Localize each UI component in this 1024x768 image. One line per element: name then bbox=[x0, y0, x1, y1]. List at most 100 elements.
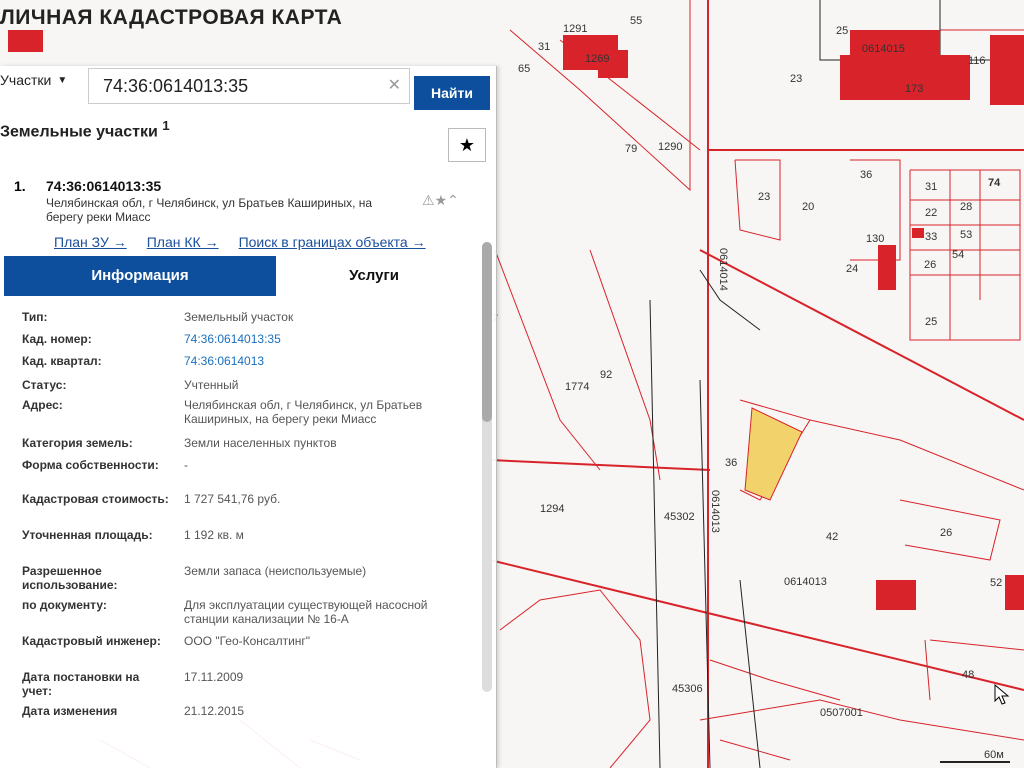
map-label: 25 bbox=[925, 316, 937, 328]
map-label: 1269 bbox=[585, 53, 609, 65]
attr-value: ООО "Гео-Консалтинг" bbox=[184, 634, 311, 648]
map-label: 1290 bbox=[658, 141, 682, 153]
chevron-up-icon[interactable]: ⌃ bbox=[447, 192, 459, 208]
warning-icon[interactable]: ⚠ bbox=[422, 192, 435, 208]
map-label: 28 bbox=[960, 201, 972, 213]
mouse-cursor-icon bbox=[994, 684, 1010, 705]
map-label: 92 bbox=[600, 369, 612, 381]
result-item: 1. 74:36:0614013:35 Челябинская обл, г Ч… bbox=[0, 174, 482, 768]
search-panel: Участки ▼ 74:36:0614013:35 ✕ Найти Земел… bbox=[0, 66, 497, 768]
results-count: 1 bbox=[162, 118, 170, 133]
search-input-value: 74:36:0614013:35 bbox=[103, 76, 249, 96]
attr-key: по документу: bbox=[22, 598, 107, 612]
close-icon[interactable]: ✕ bbox=[388, 75, 401, 95]
attr-value: Для эксплуатации существующей насосной с… bbox=[184, 598, 428, 626]
map-label: 42 bbox=[826, 531, 838, 543]
attr-key: Кад. номер: bbox=[22, 332, 92, 346]
map-label: 53 bbox=[960, 229, 972, 241]
attr-value: Учтенный bbox=[184, 378, 239, 392]
map-label: 52 bbox=[990, 577, 1002, 589]
search-in-bounds-link[interactable]: Поиск в границах объекта → bbox=[239, 234, 426, 250]
result-address: Челябинская обл, г Челябинск, ул Братьев… bbox=[46, 196, 373, 224]
plan-zu-link[interactable]: План ЗУ → bbox=[54, 234, 127, 250]
favorites-button[interactable]: ★ bbox=[448, 128, 486, 162]
attr-value: 17.11.2009 bbox=[184, 670, 244, 684]
map-label: 116 bbox=[968, 55, 986, 67]
map-label: 0614015 bbox=[862, 43, 905, 55]
map-label: 48 bbox=[962, 669, 974, 681]
map-label: 36 bbox=[860, 169, 872, 181]
map-label: 22 bbox=[925, 207, 937, 219]
map-label: 20 bbox=[802, 201, 814, 213]
star-icon: ★ bbox=[458, 135, 476, 155]
attr-key: Категория земель: bbox=[22, 436, 133, 450]
attr-key: Кадастровая стоимость: bbox=[22, 492, 169, 506]
map-label: 23 bbox=[758, 191, 770, 203]
attr-value: Земельный участок bbox=[184, 310, 294, 324]
map-label: 24 bbox=[846, 263, 858, 275]
map-label: 45302 bbox=[664, 511, 695, 523]
attr-key: Статус: bbox=[22, 378, 67, 392]
attr-value: Земли населенных пунктов bbox=[184, 436, 337, 450]
result-actions[interactable]: ⚠★⌃ bbox=[422, 192, 459, 209]
map-label: 1774 bbox=[565, 381, 589, 393]
chevron-down-icon: ▼ bbox=[57, 74, 68, 86]
star-icon[interactable]: ★ bbox=[435, 192, 448, 208]
map-label: 74 bbox=[988, 177, 1001, 189]
map-label: 33 bbox=[925, 231, 937, 243]
attr-key: Разрешенное использование: bbox=[22, 564, 118, 592]
tab-information[interactable]: Информация bbox=[4, 256, 276, 296]
map-label: 0507001 bbox=[820, 707, 863, 719]
map-label: 55 bbox=[630, 15, 642, 27]
attr-value: Земли запаса (неиспользуемые) bbox=[184, 564, 367, 578]
map-label: 1294 bbox=[540, 503, 564, 515]
map-label: 26 bbox=[940, 527, 952, 539]
map-label: 0614013 bbox=[784, 576, 827, 588]
result-links: План ЗУ → План КК → Поиск в границах объ… bbox=[54, 234, 426, 250]
results-heading: Земельные участки 1 bbox=[0, 118, 170, 141]
result-number: 1. bbox=[14, 178, 26, 194]
search-input[interactable]: 74:36:0614013:35 ✕ bbox=[88, 68, 410, 104]
search-scope-label: Участки bbox=[0, 72, 52, 88]
map-label: 45306 bbox=[672, 683, 703, 695]
map-label: 31 bbox=[538, 41, 550, 53]
map-label: 25 bbox=[836, 25, 848, 37]
attr-value: 1 727 541,76 руб. bbox=[184, 492, 281, 506]
attr-key: Форма собственности: bbox=[22, 458, 159, 472]
attr-value: Челябинская обл, г Челябинск, ул Братьев… bbox=[184, 398, 423, 426]
attr-value: - bbox=[184, 458, 188, 472]
results-scrollbar-thumb[interactable] bbox=[482, 242, 492, 422]
attr-key: Адрес: bbox=[22, 398, 63, 412]
result-cadnum[interactable]: 74:36:0614013:35 bbox=[46, 178, 161, 194]
result-tabs: Информация Услуги bbox=[4, 256, 478, 298]
map-label: 1291 bbox=[563, 23, 587, 35]
app-title: ЛИЧНАЯ КАДАСТРОВАЯ КАРТА bbox=[0, 6, 343, 29]
tab-services[interactable]: Услуги bbox=[304, 256, 444, 296]
attr-value-link[interactable]: 74:36:0614013 bbox=[184, 354, 464, 368]
attr-key: Уточненная площадь: bbox=[22, 528, 153, 542]
map-label: 130 bbox=[866, 233, 884, 245]
map-label: 173 bbox=[905, 83, 923, 95]
results-heading-text: Земельные участки bbox=[0, 123, 158, 141]
search-scope-dropdown[interactable]: Участки ▼ bbox=[0, 72, 67, 88]
map-label: 65 bbox=[518, 63, 530, 75]
map-label: 31 bbox=[925, 181, 937, 193]
plan-kk-link[interactable]: План КК → bbox=[147, 234, 219, 250]
attr-value-link[interactable]: 74:36:0614013:35 bbox=[184, 332, 464, 346]
map-label: 36 bbox=[725, 457, 737, 469]
map-label: 0614013 bbox=[709, 490, 721, 533]
map-label: 54 bbox=[952, 249, 964, 261]
map-label: 23 bbox=[790, 73, 802, 85]
attr-key: Кадастровый инженер: bbox=[22, 634, 161, 648]
attr-key: Дата изменения bbox=[22, 704, 118, 718]
find-button[interactable]: Найти bbox=[414, 76, 490, 110]
map-label: 79 bbox=[625, 143, 637, 155]
map-scale: 60м bbox=[984, 749, 1004, 761]
map-label: 0614014 bbox=[717, 248, 729, 291]
attr-key: Кад. квартал: bbox=[22, 354, 102, 368]
map-label: 26 bbox=[924, 259, 936, 271]
attr-value: 1 192 кв. м bbox=[184, 528, 244, 542]
attr-key: Дата постановки на учет: bbox=[22, 670, 140, 698]
attr-value: 21.12.2015 bbox=[184, 704, 245, 718]
attr-key: Тип: bbox=[22, 310, 48, 324]
